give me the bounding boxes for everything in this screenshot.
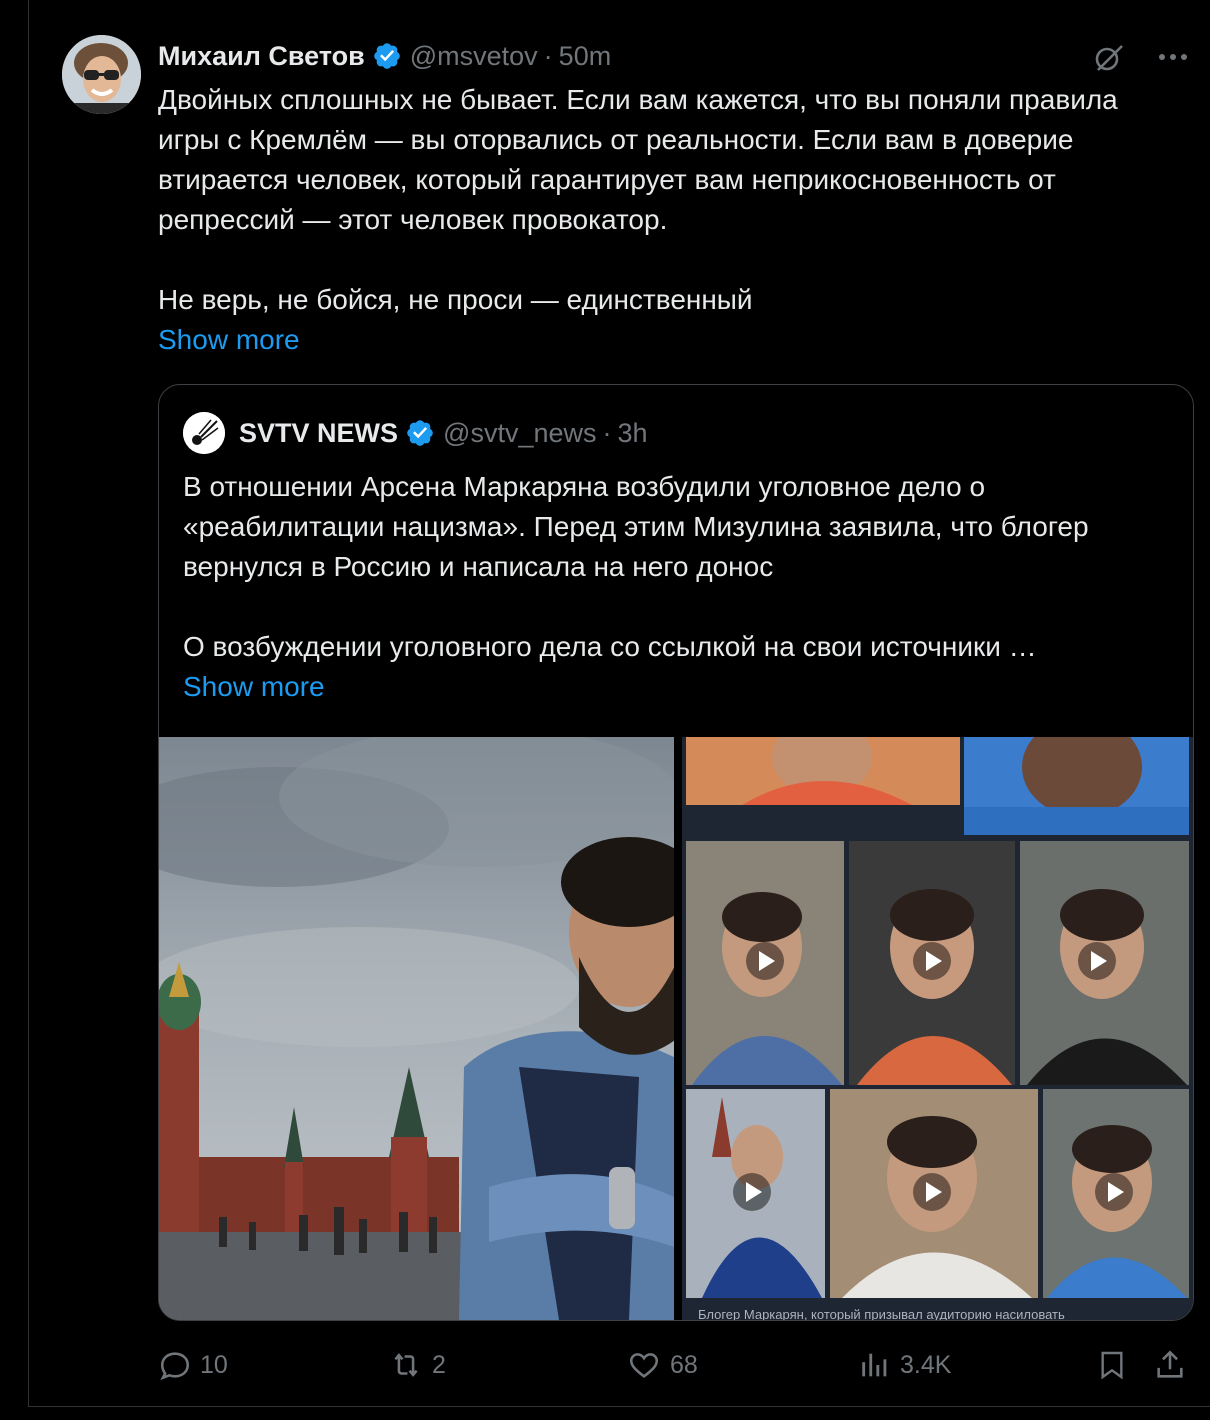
- quoted-tweet-time[interactable]: 3h: [618, 418, 648, 449]
- views-button[interactable]: 3.4K: [858, 1340, 951, 1390]
- quoted-author-name[interactable]: SVTV NEWS: [239, 418, 398, 449]
- reply-button[interactable]: 10: [158, 1340, 228, 1390]
- views-count: 3.4K: [900, 1350, 952, 1379]
- tweet-text: Двойных сплошных не бывает. Если вам каж…: [158, 84, 1118, 315]
- quoted-tweet[interactable]: SVTV NEWS @svtv_news · 3h В отношении Ар…: [158, 384, 1194, 1321]
- share-button[interactable]: [1153, 1340, 1187, 1390]
- collage-caption: Блогер Маркарян, который призывал аудито…: [698, 1307, 1065, 1320]
- reply-count: 10: [200, 1350, 228, 1379]
- repost-icon: [394, 1353, 418, 1377]
- reply-icon: [160, 1352, 190, 1381]
- tweet-header: Михаил Светов @msvetov · 50m: [158, 38, 611, 74]
- show-more-link[interactable]: Show more: [158, 320, 300, 360]
- author-handle[interactable]: @msvetov: [410, 41, 538, 72]
- share-icon: [1157, 1350, 1183, 1378]
- quoted-show-more-link[interactable]: Show more: [183, 667, 325, 707]
- dot-separator: ·: [602, 417, 612, 448]
- quoted-tweet-header: SVTV NEWS @svtv_news · 3h: [183, 412, 648, 454]
- quoted-media: Блогер Маркарян, который призывал аудито…: [159, 737, 1193, 1320]
- tweet-top-actions: [1092, 40, 1188, 74]
- tweet-actions: 10 2 68 3.4K: [158, 1340, 1198, 1390]
- photo-red-square[interactable]: [159, 737, 674, 1320]
- more-icon[interactable]: [1158, 52, 1188, 62]
- dot-separator: ·: [543, 40, 553, 71]
- verified-badge-icon: [373, 43, 400, 69]
- like-count: 68: [670, 1350, 698, 1379]
- bookmark-icon: [1101, 1351, 1123, 1380]
- repost-button[interactable]: 2: [388, 1340, 446, 1390]
- views-icon: [862, 1353, 887, 1377]
- tweet-time[interactable]: 50m: [559, 41, 612, 72]
- quoted-author-handle[interactable]: @svtv_news: [443, 418, 596, 449]
- avatar[interactable]: [62, 35, 141, 114]
- repost-count: 2: [432, 1350, 446, 1379]
- verified-badge-icon: [407, 420, 433, 446]
- heart-icon: [629, 1353, 659, 1378]
- author-name[interactable]: Михаил Светов: [158, 41, 365, 72]
- svtv-logo-avatar[interactable]: [183, 412, 225, 454]
- photo-video-collage[interactable]: Блогер Маркарян, который призывал аудито…: [682, 737, 1193, 1320]
- like-button[interactable]: 68: [626, 1340, 698, 1390]
- quoted-tweet-text: В отношении Арсена Маркаряна возбудили у…: [183, 471, 1089, 662]
- bookmark-button[interactable]: [1096, 1340, 1128, 1390]
- grok-icon[interactable]: [1092, 40, 1126, 74]
